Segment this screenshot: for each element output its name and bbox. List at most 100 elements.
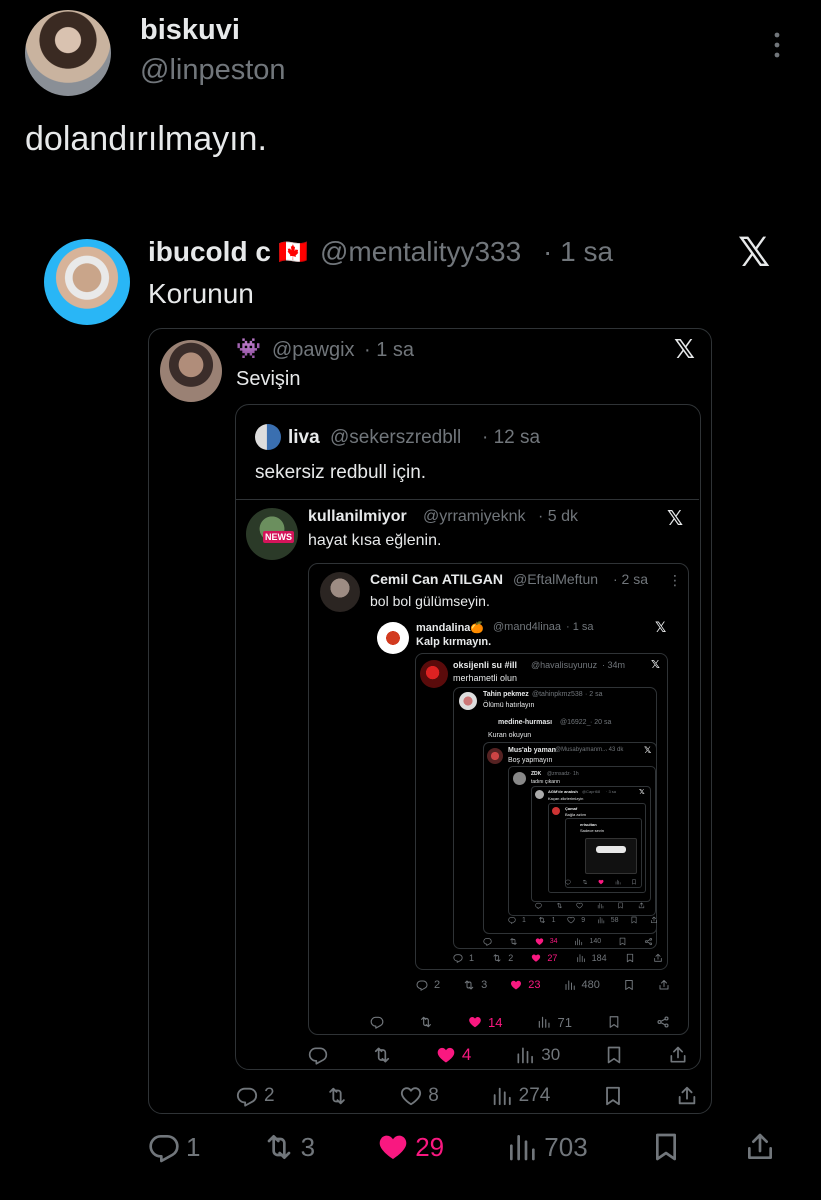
like-icon[interactable] [567,916,575,924]
like-icon[interactable] [377,1131,409,1163]
repost-icon[interactable] [326,1085,348,1107]
repost-icon[interactable] [538,916,546,924]
quote-author-handle[interactable]: @yrramiyeknk [423,508,525,526]
like-icon[interactable] [510,979,522,991]
share-icon[interactable] [658,979,670,991]
share-icon[interactable] [653,953,663,963]
avatar[interactable] [160,340,222,402]
quote-author-handle[interactable]: @16922_ [560,719,590,726]
avatar[interactable] [320,572,360,612]
quote-author-handle[interactable]: @EftalMeftun [513,571,598,587]
views-icon[interactable] [506,1131,538,1163]
bookmark-icon[interactable] [623,979,635,991]
quote-author-handle[interactable]: @pawgix [272,339,355,362]
like-icon[interactable] [468,1015,482,1029]
repost-icon[interactable] [492,953,502,963]
bookmark-icon[interactable] [650,1131,682,1163]
share-icon[interactable] [668,1045,688,1065]
quote-author-name[interactable]: mandalina🍊 [416,621,484,634]
avatar[interactable] [420,660,448,688]
quote-author-handle[interactable]: @Musabyamanm... [555,747,607,753]
quote-author-handle[interactable]: @Capri68 [582,789,600,794]
avatar[interactable] [535,790,544,799]
reply-icon[interactable] [483,937,492,946]
share-icon[interactable] [744,1131,776,1163]
bookmark-icon[interactable] [618,937,627,946]
quote-author-name[interactable]: Cemil Can ATILGAN [370,571,503,587]
avatar[interactable] [513,772,526,785]
views-icon[interactable] [615,879,621,885]
bookmark-icon[interactable] [604,1045,624,1065]
share-icon[interactable] [656,1015,670,1029]
like-icon[interactable] [400,1085,422,1107]
avatar[interactable] [552,807,560,815]
share-icon[interactable] [644,937,653,946]
avatar[interactable] [377,622,409,654]
more-options-icon[interactable]: ⋮ [668,572,682,589]
quote-author-handle[interactable]: @havalisuyunuz [531,660,597,670]
avatar[interactable] [25,10,111,96]
author-handle[interactable]: @linpeston [140,54,286,87]
repost-icon[interactable] [582,879,588,885]
views-icon[interactable] [597,902,604,909]
quote-author-name[interactable]: ZDK [531,771,541,777]
repost-icon[interactable] [509,937,518,946]
quote-author-name[interactable]: kullanilmiyor [308,508,407,526]
share-icon[interactable] [638,902,645,909]
bookmark-icon[interactable] [625,953,635,963]
quote-author-name[interactable]: oksijenli su #ill [453,660,517,670]
reply-icon[interactable] [508,916,516,924]
quote-author-name[interactable]: Tahin pekmez [483,691,529,698]
more-options-icon[interactable] [772,30,782,60]
views-icon[interactable] [576,953,586,963]
avatar[interactable] [44,239,130,325]
quote-author-handle[interactable]: @mentalityy333 [320,236,521,268]
like-icon[interactable] [436,1045,456,1065]
reply-icon[interactable] [565,879,571,885]
share-icon[interactable] [650,916,658,924]
views-icon[interactable] [515,1045,535,1065]
views-icon[interactable] [597,916,605,924]
like-icon[interactable] [576,902,583,909]
quote-author-name[interactable]: liva [288,427,320,449]
like-icon[interactable] [531,953,541,963]
views-icon[interactable] [564,979,576,991]
views-icon[interactable] [537,1015,551,1029]
quote-author-name[interactable]: Mus'ab yaman [508,747,556,754]
quote-author-handle[interactable]: @sekerszredbll [330,427,461,449]
avatar[interactable] [255,424,281,450]
avatar[interactable] [487,748,503,764]
avatar[interactable] [459,692,477,710]
quote-author-handle[interactable]: @mand4linaa [493,621,561,633]
repost-icon[interactable] [372,1045,392,1065]
repost-icon[interactable] [556,902,563,909]
quote-author-handle[interactable]: @zrnsadz [547,771,570,777]
reply-icon[interactable] [416,979,428,991]
quote-author-name[interactable]: AGM'de anaksh [548,789,578,794]
like-icon[interactable] [598,879,604,885]
reply-icon[interactable] [535,902,542,909]
reply-icon[interactable] [148,1131,180,1163]
bookmark-icon[interactable] [602,1085,624,1107]
bookmark-icon[interactable] [607,1015,621,1029]
quote-author-handle[interactable]: @tahinpkmz538 [532,691,583,698]
like-icon[interactable] [535,937,544,946]
bookmark-icon[interactable] [630,916,638,924]
quote-author-name[interactable]: erisultan [580,822,597,827]
views-icon[interactable] [574,937,583,946]
reply-icon[interactable] [370,1015,384,1029]
quote-author-name[interactable]: ibucold c [148,236,271,268]
author-name[interactable]: biskuvi [140,14,240,47]
reply-icon[interactable] [453,953,463,963]
share-icon[interactable] [676,1085,698,1107]
quote-author-name[interactable]: medine-hurması [498,719,552,726]
bookmark-icon[interactable] [617,902,624,909]
repost-icon[interactable] [419,1015,433,1029]
repost-icon[interactable] [263,1131,295,1163]
reply-icon[interactable] [308,1045,328,1065]
views-icon[interactable] [491,1085,513,1107]
quote-author-name[interactable]: Çamaf [565,806,577,811]
bookmark-icon[interactable] [631,879,637,885]
repost-icon[interactable] [463,979,475,991]
reply-icon[interactable] [236,1085,258,1107]
